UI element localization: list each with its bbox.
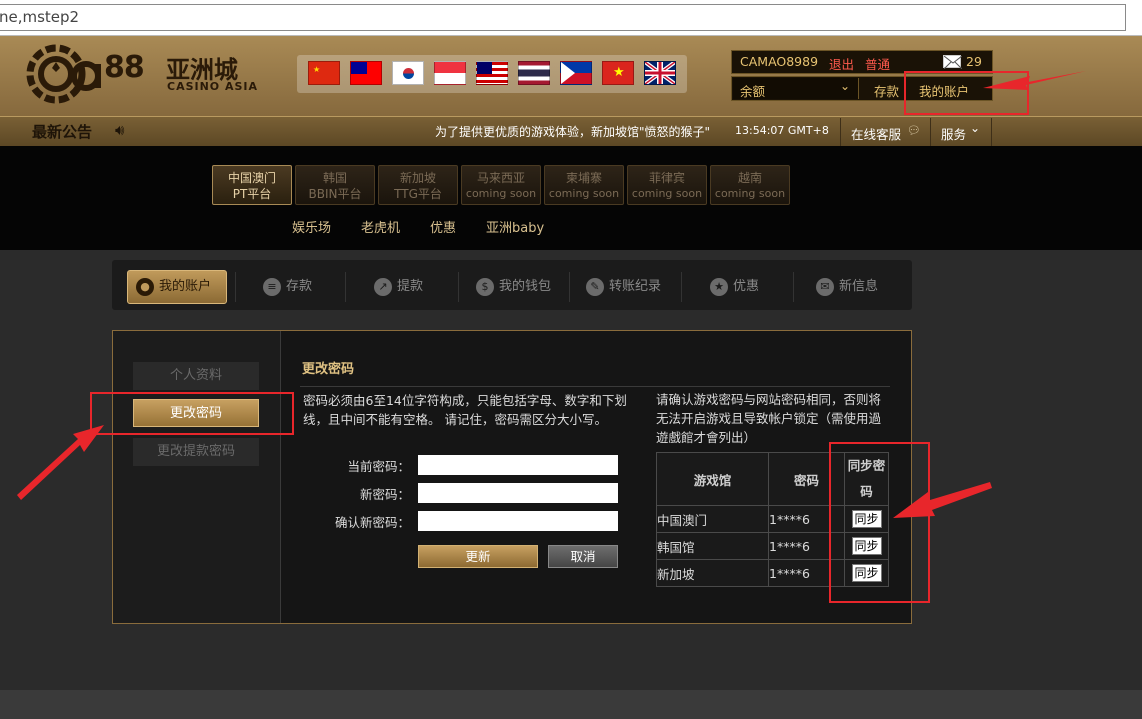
annotation-arrows [17,71,1086,518]
arrow-icon [17,425,104,500]
arrow-icon [893,482,992,518]
page-root: ne,mstep2 88 亚洲城 CASINO ASIA ★ ★ CAMAO89… [0,0,1142,719]
arrow-icon [983,71,1086,90]
